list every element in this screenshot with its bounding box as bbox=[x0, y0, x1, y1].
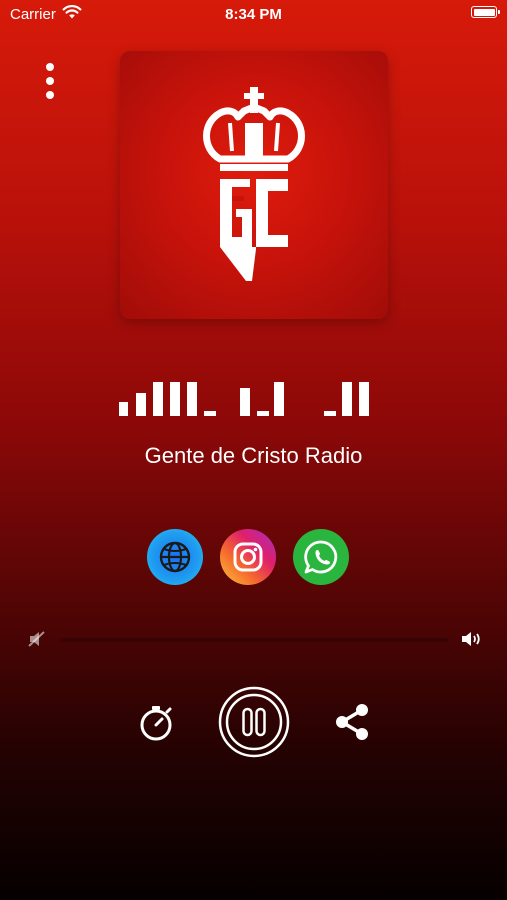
whatsapp-icon bbox=[304, 540, 338, 574]
audio-level-meter bbox=[119, 382, 369, 416]
share-icon[interactable] bbox=[331, 701, 373, 743]
station-title: Gente de Cristo Radio bbox=[144, 443, 363, 468]
volume-max-icon bbox=[462, 632, 480, 646]
pause-button[interactable] bbox=[218, 686, 290, 758]
website-button[interactable] bbox=[147, 529, 203, 585]
volume-slider[interactable] bbox=[60, 638, 448, 642]
globe-icon bbox=[159, 541, 191, 573]
sleep-timer-icon[interactable] bbox=[135, 701, 177, 743]
volume-control bbox=[0, 620, 507, 660]
volume-mute-icon bbox=[28, 631, 45, 647]
instagram-button[interactable] bbox=[220, 529, 276, 585]
whatsapp-button[interactable] bbox=[293, 529, 349, 585]
instagram-icon bbox=[233, 542, 263, 572]
